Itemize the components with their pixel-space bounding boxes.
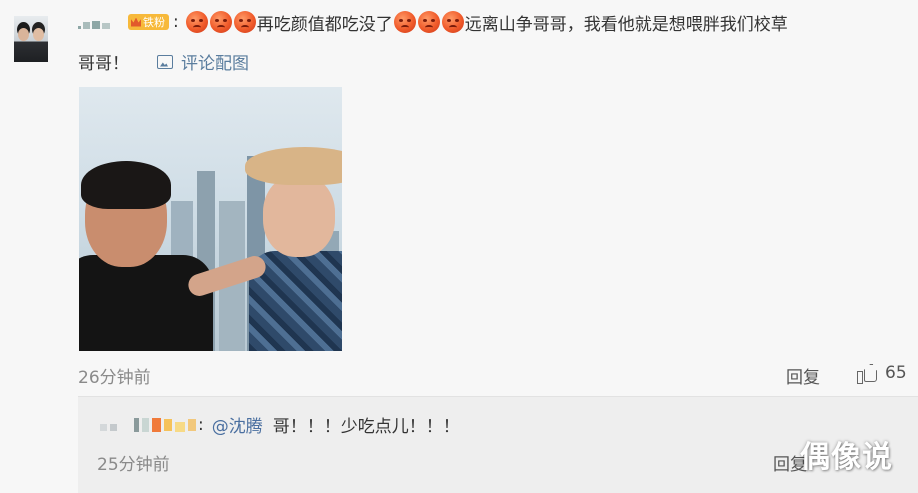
comment-second-line: 哥哥！ 评论配图 <box>78 49 249 74</box>
angry-face-emoji-icon <box>209 11 232 33</box>
angry-face-emoji-icon <box>233 11 256 33</box>
reply-button[interactable]: 回复 <box>786 363 820 388</box>
thumbs-up-icon <box>857 364 877 384</box>
angry-face-emoji-icon <box>417 11 440 33</box>
like-button[interactable]: 65 <box>857 363 907 384</box>
comment-image-link[interactable]: 评论配图 <box>157 49 249 74</box>
commenter-username-masked[interactable] <box>78 15 110 29</box>
avatar-person-left <box>18 28 29 41</box>
comment-first-line: 铁粉 : 再吃颜值都吃没了 远离山争哥哥，我看他就是想喂胖我们校草 <box>78 10 788 35</box>
crown-icon <box>131 17 141 27</box>
watermark-text: 偶像说 <box>800 440 893 475</box>
comment-timestamp: 26分钟前 <box>78 368 151 388</box>
commenter-avatar[interactable] <box>14 16 48 62</box>
comment-text-part2: 远离山争哥哥，我看他就是想喂胖我们校草 <box>464 14 788 35</box>
mention-link[interactable]: @沈腾 <box>212 412 263 437</box>
like-count: 65 <box>885 363 907 383</box>
comment-photo[interactable] <box>79 87 342 351</box>
sub-reply-username-masked[interactable] <box>100 417 196 432</box>
angry-face-emoji-icon <box>393 11 416 33</box>
angry-face-emoji-icon <box>185 11 208 33</box>
comment-image-link-label: 评论配图 <box>181 54 249 74</box>
picture-icon <box>157 54 173 69</box>
comment-text-line2: 哥哥！ <box>78 54 129 74</box>
photo-person-left <box>79 161 213 351</box>
avatar-person-right <box>33 28 44 41</box>
colon: : <box>173 12 179 32</box>
sub-reply-line: : @沈腾 哥！！！少吃点儿！！！ <box>100 412 460 437</box>
comment-text-part1: 再吃颜值都吃没了 <box>256 14 393 35</box>
photo-person-right <box>239 147 342 351</box>
colon: : <box>198 414 204 435</box>
fan-badge[interactable]: 铁粉 <box>128 14 169 30</box>
sub-reply-text: 哥！！！少吃点儿！！！ <box>272 417 460 437</box>
sub-reply-timestamp: 25分钟前 <box>97 455 170 475</box>
sub-reply-container <box>78 396 918 493</box>
angry-face-emoji-icon <box>441 11 464 33</box>
fan-badge-label: 铁粉 <box>143 16 165 29</box>
